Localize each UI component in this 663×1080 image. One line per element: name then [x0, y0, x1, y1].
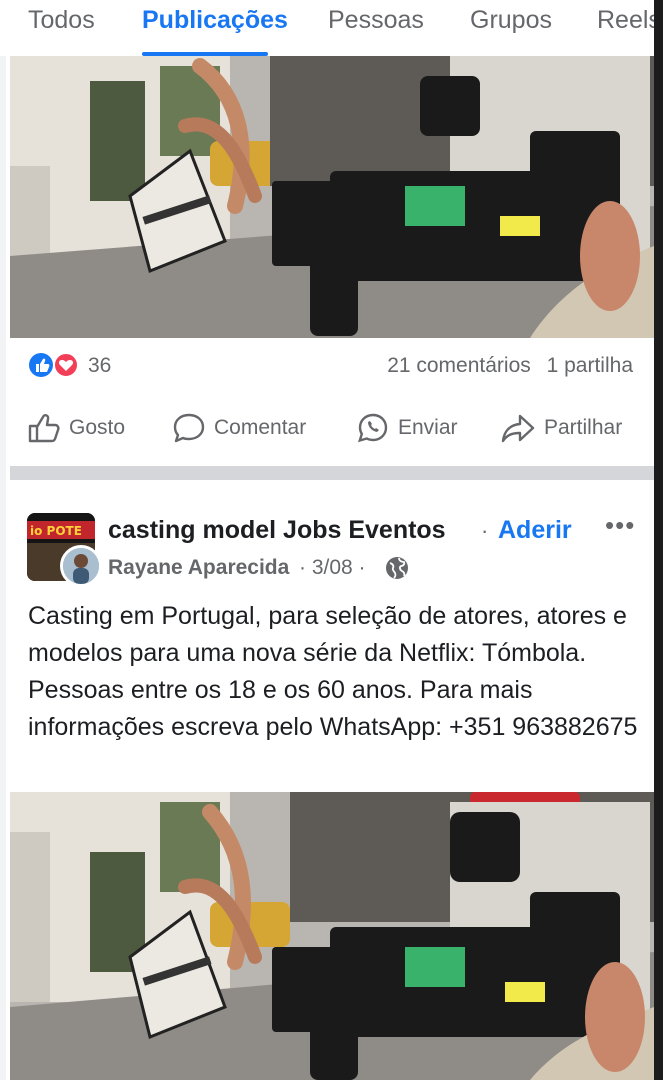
tab-grupos[interactable]: Grupos — [470, 6, 552, 35]
feed-separator — [10, 466, 654, 480]
like-label: Gosto — [69, 416, 126, 439]
engagement-counts: 21 comentários 1 partilha — [377, 354, 633, 378]
more-options-icon[interactable]: ••• — [605, 510, 635, 541]
screen-right-edge — [654, 0, 663, 1080]
join-group-button[interactable]: Aderir — [498, 516, 572, 545]
share-icon — [501, 414, 535, 443]
comment-label: Comentar — [214, 416, 307, 439]
share-button[interactable]: Partilhar — [500, 410, 622, 446]
tab-reels[interactable]: Reels — [597, 6, 654, 35]
comments-count[interactable]: 21 comentários — [387, 354, 531, 377]
send-label: Enviar — [398, 416, 458, 439]
group-name-link[interactable]: casting model Jobs Eventos — [108, 516, 446, 545]
tab-publicacoes[interactable]: Publicações — [142, 6, 288, 35]
reaction-icons[interactable] — [28, 352, 82, 378]
send-button[interactable]: Enviar — [356, 410, 458, 446]
comment-icon — [173, 413, 205, 443]
reaction-count[interactable]: 36 — [88, 354, 111, 378]
share-label: Partilhar — [544, 416, 623, 439]
post-photo-top[interactable] — [10, 56, 654, 338]
thumbs-up-icon — [28, 414, 60, 443]
post-body-text: Casting em Portugal, para seleção de ato… — [28, 602, 638, 741]
globe-icon — [386, 557, 408, 579]
screen-left-edge — [0, 0, 6, 1080]
author-avatar[interactable] — [60, 545, 102, 587]
shares-count[interactable]: 1 partilha — [547, 354, 633, 377]
like-button[interactable]: Gosto — [27, 410, 125, 446]
post-date[interactable]: · 3/08 · — [299, 556, 366, 580]
comment-button[interactable]: Comentar — [172, 410, 306, 446]
post-photo-bottom[interactable] — [10, 792, 654, 1080]
tab-pessoas[interactable]: Pessoas — [328, 6, 424, 35]
search-filter-tabs: Todos Publicações Pessoas Grupos Reels — [0, 0, 654, 56]
whatsapp-icon — [358, 413, 388, 443]
tab-todos[interactable]: Todos — [28, 6, 95, 35]
header-separator: · — [481, 518, 489, 543]
author-name-link[interactable]: Rayane Aparecida — [108, 556, 289, 580]
svg-text:io POTE: io POTE — [30, 524, 82, 538]
